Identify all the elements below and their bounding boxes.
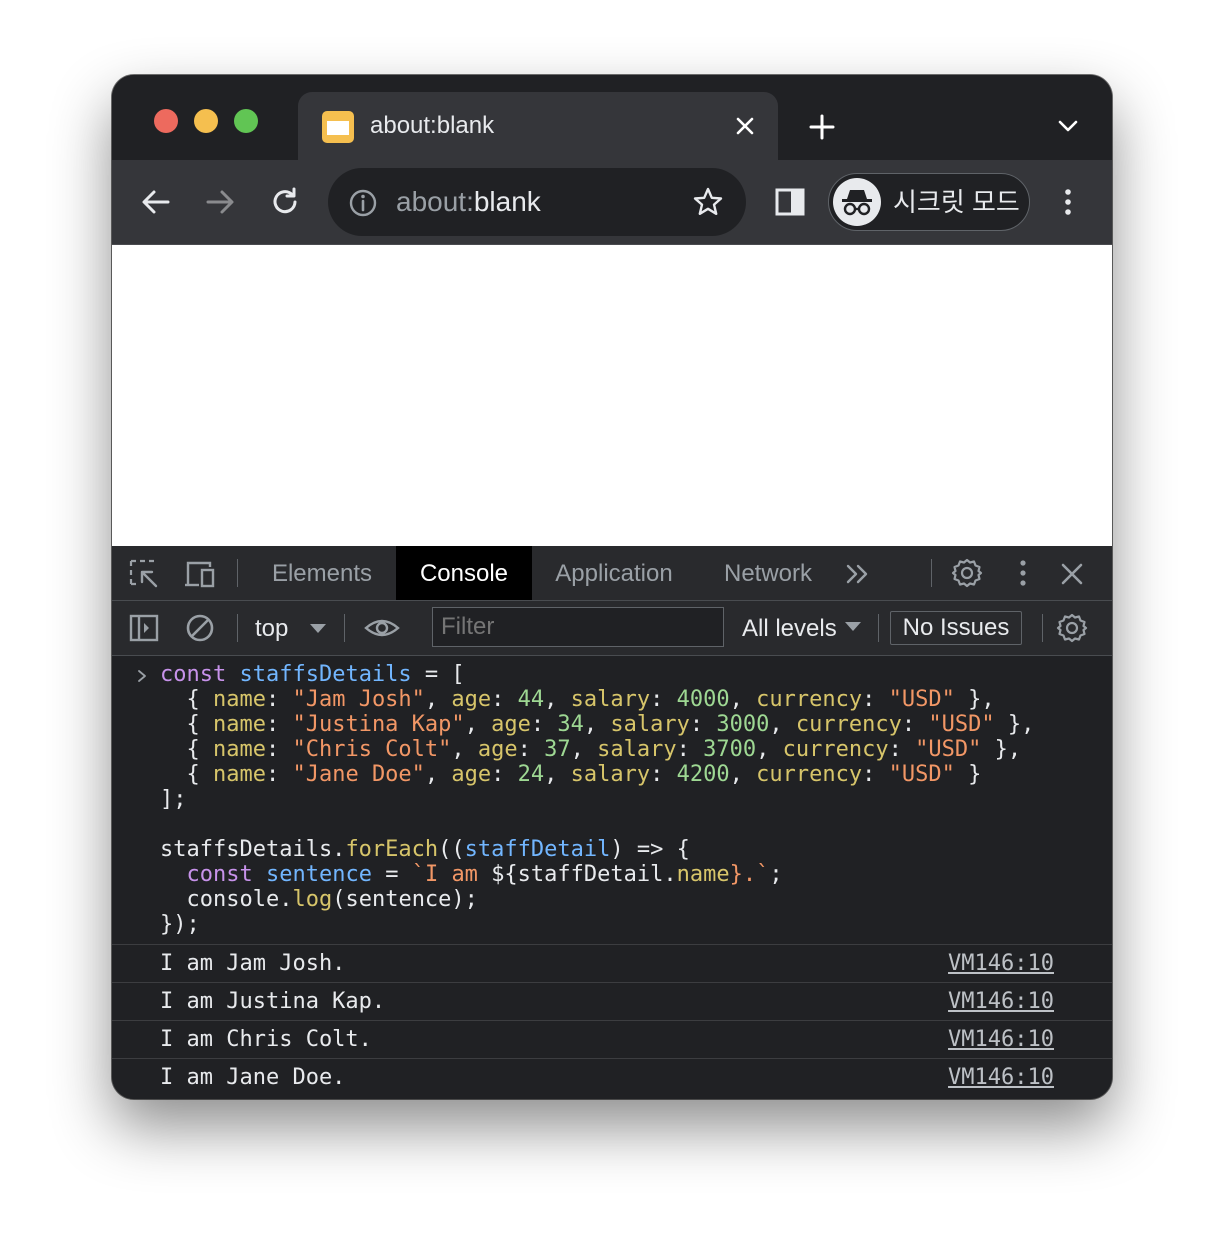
incognito-profile-button[interactable]: 시크릿 모드 bbox=[828, 173, 1030, 231]
incognito-label: 시크릿 모드 bbox=[893, 187, 1020, 217]
forward-icon[interactable] bbox=[203, 185, 237, 219]
browser-tab[interactable]: about:blank bbox=[298, 92, 778, 160]
devtools-menu-icon[interactable] bbox=[1007, 557, 1039, 589]
devtools-tab-bar: Elements Console Application Network bbox=[112, 546, 1112, 601]
log-message: I am Justina Kap. bbox=[160, 989, 386, 1014]
tab-title: about:blank bbox=[370, 112, 495, 139]
url-host: blank bbox=[473, 186, 541, 217]
toolbar-separator bbox=[237, 559, 238, 587]
close-window-button[interactable] bbox=[154, 109, 178, 133]
toolbar-separator bbox=[1042, 614, 1043, 642]
url-scheme: about: bbox=[396, 186, 474, 217]
tab-application[interactable]: Application bbox=[544, 546, 684, 600]
log-source-link[interactable]: VM146:10 bbox=[948, 951, 1054, 977]
new-tab-icon[interactable] bbox=[806, 111, 838, 143]
console-log-row: I am Chris Colt. VM146:10 bbox=[112, 1020, 1112, 1059]
inspect-icon[interactable] bbox=[128, 558, 160, 590]
browser-window: about:blank about:blank 시크릿 모드 Elements … bbox=[112, 75, 1112, 1099]
console-input-code[interactable]: const staffsDetails = [ { name: "Jam Jos… bbox=[160, 662, 1034, 937]
filter-input[interactable] bbox=[432, 607, 724, 647]
levels-dropdown-icon[interactable] bbox=[838, 611, 870, 643]
more-tabs-icon[interactable] bbox=[842, 558, 874, 590]
tab-strip: about:blank bbox=[112, 75, 1112, 160]
settings-icon[interactable] bbox=[951, 557, 983, 589]
log-levels-dropdown[interactable]: All levels bbox=[742, 615, 837, 643]
context-selector[interactable]: top bbox=[255, 615, 288, 643]
toolbar-separator bbox=[878, 614, 879, 642]
clear-console-icon[interactable] bbox=[184, 612, 216, 644]
console-settings-icon[interactable] bbox=[1056, 612, 1088, 644]
dropdown-icon[interactable] bbox=[302, 612, 334, 644]
minimize-window-button[interactable] bbox=[194, 109, 218, 133]
toolbar-separator bbox=[344, 614, 345, 642]
devtools-panel: Elements Console Application Network top… bbox=[112, 546, 1112, 1099]
eye-icon[interactable] bbox=[364, 612, 400, 644]
log-message: I am Jane Doe. bbox=[160, 1065, 346, 1090]
tab-search-icon[interactable] bbox=[1055, 113, 1081, 139]
prompt-chevron-icon bbox=[138, 670, 146, 682]
console-log-row: I am Justina Kap. VM146:10 bbox=[112, 982, 1112, 1021]
address-bar[interactable]: about:blank bbox=[328, 168, 746, 236]
page-favicon-icon bbox=[322, 111, 354, 143]
device-toggle-icon[interactable] bbox=[184, 558, 216, 590]
log-source-link[interactable]: VM146:10 bbox=[948, 1027, 1054, 1053]
console-toolbar: top All levels No Issues bbox=[112, 601, 1112, 656]
log-source-link[interactable]: VM146:10 bbox=[948, 989, 1054, 1015]
issues-button[interactable]: No Issues bbox=[890, 611, 1022, 645]
console-log-row: I am Jane Doe. VM146:10 bbox=[112, 1058, 1112, 1097]
zoom-window-button[interactable] bbox=[234, 109, 258, 133]
kebab-menu-icon[interactable] bbox=[1051, 185, 1085, 219]
side-panel-icon[interactable] bbox=[773, 185, 807, 219]
incognito-icon bbox=[833, 178, 881, 226]
sidebar-icon[interactable] bbox=[128, 612, 160, 644]
console-log-row: I am Jam Josh. VM146:10 bbox=[112, 944, 1112, 983]
tab-console[interactable]: Console bbox=[396, 546, 532, 600]
tab-elements[interactable]: Elements bbox=[258, 546, 386, 600]
log-source-link[interactable]: VM146:10 bbox=[948, 1065, 1054, 1091]
log-message: I am Jam Josh. bbox=[160, 951, 346, 976]
tab-close-icon[interactable] bbox=[733, 114, 757, 138]
toolbar-separator bbox=[237, 614, 238, 642]
back-icon[interactable] bbox=[139, 185, 173, 219]
browser-toolbar: about:blank 시크릿 모드 bbox=[112, 160, 1112, 245]
reload-icon[interactable] bbox=[268, 185, 302, 219]
page-viewport[interactable] bbox=[112, 245, 1112, 546]
console-output[interactable]: const staffsDetails = [ { name: "Jam Jos… bbox=[112, 656, 1112, 1099]
star-icon[interactable] bbox=[692, 186, 724, 218]
toolbar-separator bbox=[931, 559, 932, 587]
log-message: I am Chris Colt. bbox=[160, 1027, 372, 1052]
close-icon[interactable] bbox=[1056, 558, 1088, 590]
tab-network[interactable]: Network bbox=[712, 546, 824, 600]
info-icon[interactable] bbox=[348, 188, 378, 218]
url-text: about:blank bbox=[396, 186, 541, 218]
